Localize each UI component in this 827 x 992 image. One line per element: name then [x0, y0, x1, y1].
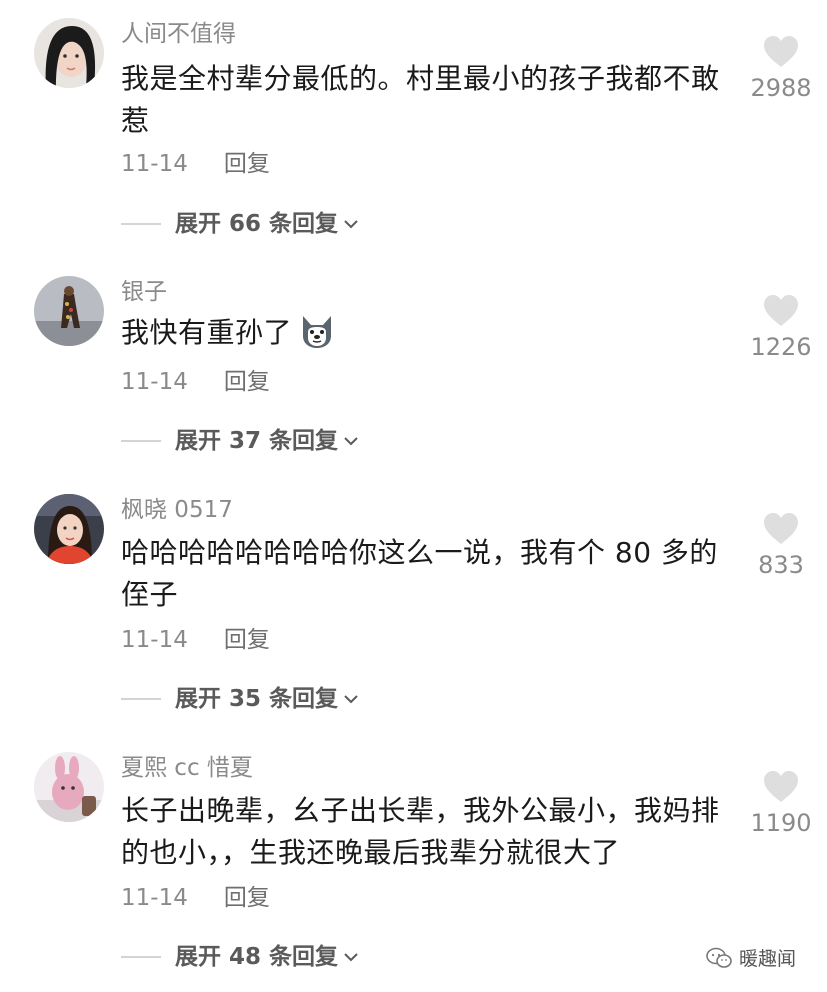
watermark: 暖趣闻 — [705, 944, 796, 971]
expand-replies-button[interactable]: 展开 35 条回复 — [121, 685, 361, 713]
comment-date: 11-14 — [121, 885, 188, 911]
username[interactable]: 枫晓 0517 — [121, 496, 233, 524]
like-count: 2988 — [750, 74, 812, 102]
avatar[interactable] — [34, 752, 104, 822]
like-button[interactable]: 833 — [745, 512, 817, 580]
expand-replies-label: 展开 37 条回复 — [175, 428, 339, 454]
heart-icon — [764, 513, 798, 544]
chevron-down-icon — [344, 437, 358, 446]
heart-icon — [764, 771, 798, 802]
wechat-icon — [706, 947, 732, 968]
expand-replies-button[interactable]: 展开 66 条回复 — [121, 210, 361, 238]
reply-button[interactable]: 回复 — [224, 627, 270, 653]
chevron-down-icon — [344, 220, 358, 229]
comment-text: 哈哈哈哈哈哈哈哈你这么一说，我有个 80 多的侄子 — [121, 536, 718, 611]
comment-date: 11-14 — [121, 369, 188, 395]
husky-dog-emoji — [303, 316, 332, 348]
divider — [121, 956, 161, 958]
comment-date: 11-14 — [121, 151, 188, 177]
avatar[interactable] — [34, 18, 104, 88]
expand-replies-label: 展开 35 条回复 — [175, 686, 339, 712]
divider — [121, 698, 161, 700]
like-count: 1190 — [750, 809, 812, 837]
like-button[interactable]: 2988 — [745, 35, 817, 103]
chevron-down-icon — [344, 695, 358, 704]
comment-date: 11-14 — [121, 627, 188, 653]
comment-text-content: 我快有重孙了 — [121, 316, 293, 349]
comment-text: 我快有重孙了 — [121, 312, 731, 354]
heart-icon — [764, 295, 798, 326]
username[interactable]: 人间不值得 — [121, 20, 236, 48]
comment-meta: 11-14 回复 — [121, 626, 270, 654]
expand-replies-label: 展开 66 条回复 — [175, 211, 339, 237]
reply-button[interactable]: 回复 — [224, 369, 270, 395]
reply-button[interactable]: 回复 — [224, 885, 270, 911]
avatar[interactable] — [34, 494, 104, 564]
like-button[interactable]: 1226 — [745, 294, 817, 362]
reply-button[interactable]: 回复 — [224, 151, 270, 177]
divider — [121, 440, 161, 442]
expand-replies-button[interactable]: 展开 48 条回复 — [121, 943, 361, 971]
divider — [121, 223, 161, 225]
like-count: 833 — [758, 551, 804, 579]
comment-meta: 11-14 回复 — [121, 150, 270, 178]
watermark-text: 暖趣闻 — [739, 948, 797, 970]
like-count: 1226 — [750, 333, 812, 361]
expand-replies-button[interactable]: 展开 37 条回复 — [121, 427, 361, 455]
username[interactable]: 夏熙 cc 惜夏 — [121, 754, 253, 782]
username[interactable]: 银子 — [121, 278, 167, 306]
comment-text: 我是全村辈分最低的。村里最小的孩子我都不敢惹 — [121, 62, 720, 137]
expand-replies-label: 展开 48 条回复 — [175, 944, 339, 970]
comment-text: 长子出晚辈，幺子出长辈，我外公最小，我妈排的也小，，生我还晚最后我辈分就很大了 — [121, 794, 720, 869]
avatar[interactable] — [34, 276, 104, 346]
chevron-down-icon — [344, 953, 358, 962]
like-button[interactable]: 1190 — [745, 770, 817, 838]
comment-meta: 11-14 回复 — [121, 368, 270, 396]
heart-icon — [764, 36, 798, 67]
comment-meta: 11-14 回复 — [121, 884, 270, 912]
